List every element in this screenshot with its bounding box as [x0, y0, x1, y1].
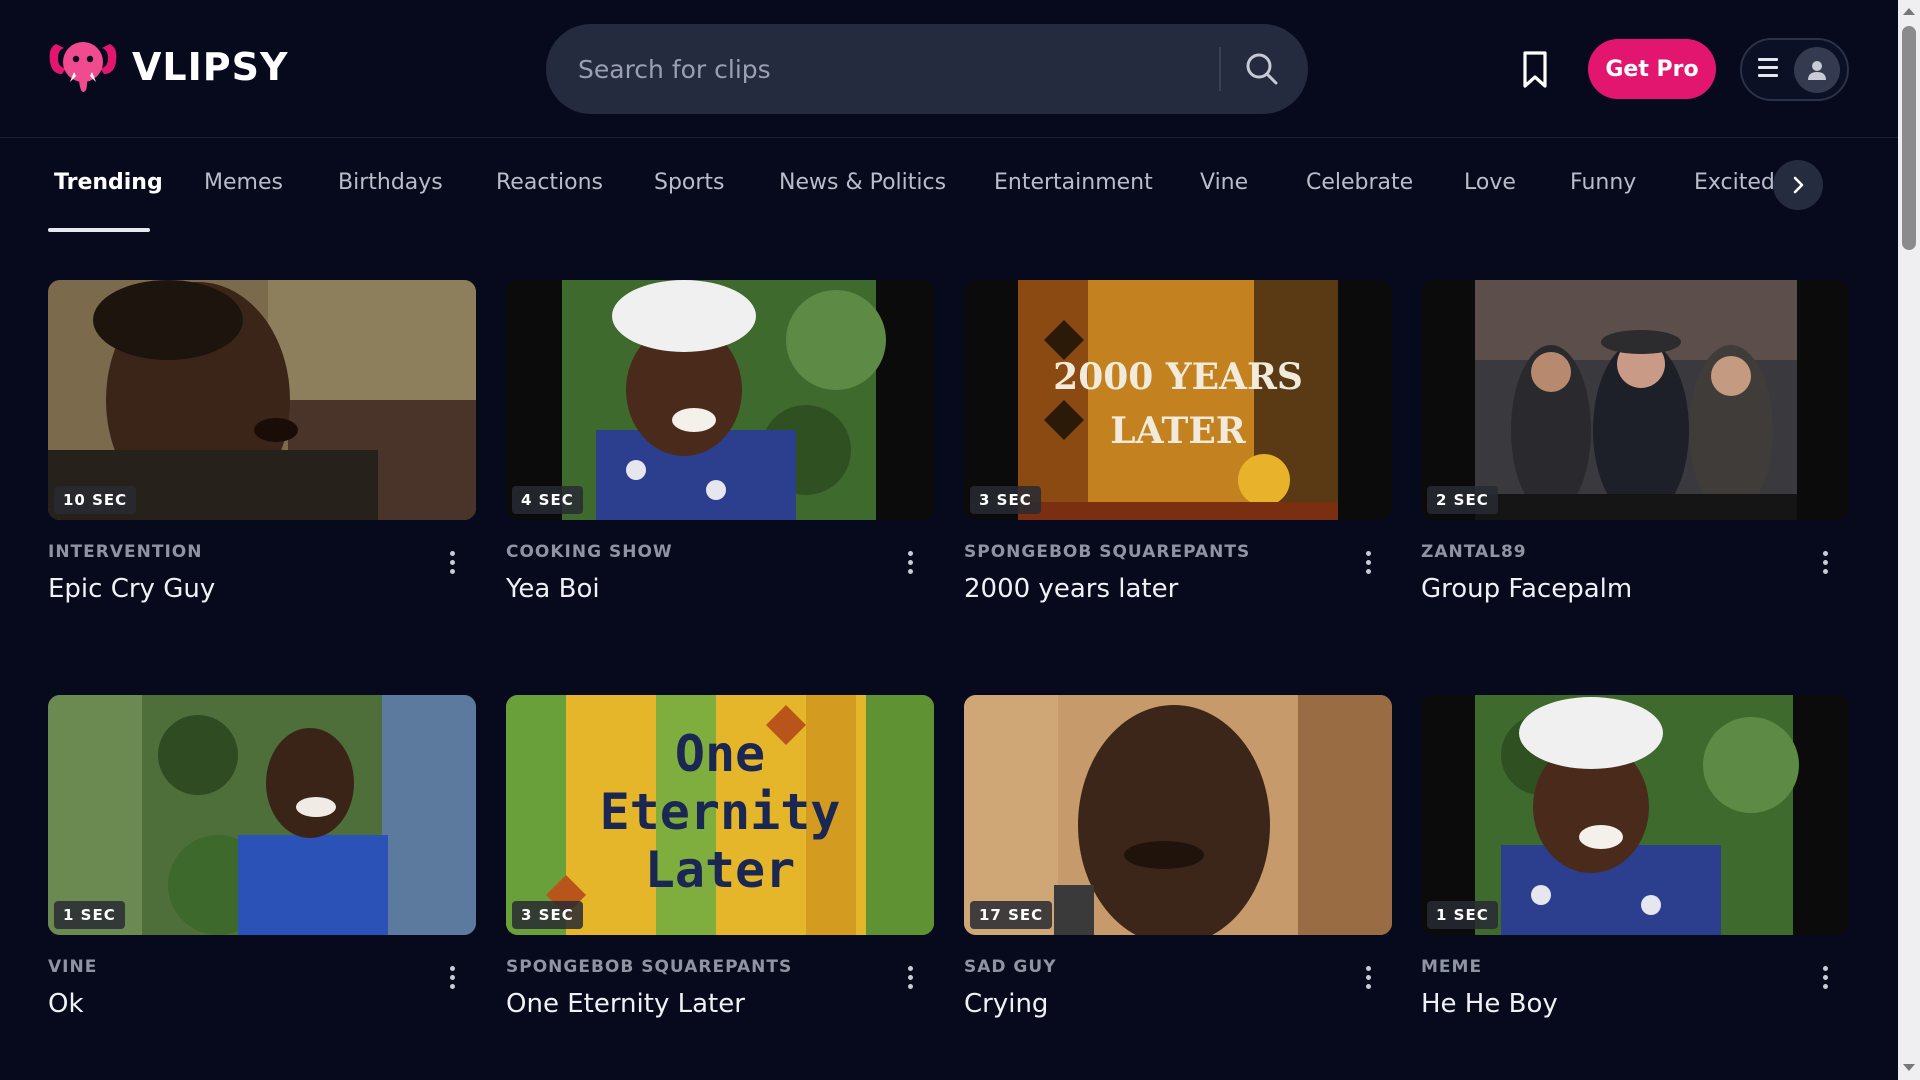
clip-card: 17 SEC SAD GUY Crying — [964, 695, 1392, 1019]
clip-title[interactable]: Crying — [964, 989, 1048, 1019]
duration-badge: 10 SEC — [54, 486, 137, 514]
more-options-button[interactable] — [1356, 548, 1380, 580]
clip-thumbnail-image — [48, 280, 476, 520]
clip-card: 2000 YEARS LATER 3 SEC SPONGEBOB SQUAREP… — [964, 280, 1392, 604]
scroll-down-arrow-icon[interactable] — [1903, 1064, 1915, 1071]
clip-title[interactable]: Group Facepalm — [1421, 574, 1632, 604]
clip-thumbnail[interactable]: 2000 YEARS LATER 3 SEC — [964, 280, 1392, 520]
clip-source[interactable]: VINE — [48, 957, 97, 977]
tab-reactions[interactable]: Reactions — [496, 170, 603, 195]
caption-line: 2000 YEARS — [1053, 356, 1303, 398]
clip-title[interactable]: Ok — [48, 989, 84, 1019]
caption-line: LATER — [1110, 410, 1246, 452]
tab-celebrate[interactable]: Celebrate — [1306, 170, 1413, 195]
scroll-up-arrow-icon[interactable] — [1903, 8, 1915, 15]
hamburger-icon — [1758, 58, 1780, 80]
clip-card: 2 SEC ZANTAL89 Group Facepalm — [1421, 280, 1849, 604]
caption-line: One — [674, 725, 766, 783]
tab-excited[interactable]: Excited — [1694, 170, 1775, 195]
search-divider — [1219, 47, 1221, 91]
more-options-button[interactable] — [898, 963, 922, 995]
search-icon — [1246, 53, 1278, 85]
tab-news-politics[interactable]: News & Politics — [779, 170, 946, 195]
tab-memes[interactable]: Memes — [204, 170, 283, 195]
category-tabs: Trending Memes Birthdays Reactions Sport… — [48, 140, 1838, 232]
clip-caption: 2000 YEARS LATER — [964, 350, 1392, 458]
tabs-next-button[interactable] — [1773, 160, 1823, 210]
get-pro-button[interactable]: Get Pro — [1588, 39, 1716, 99]
tab-vine[interactable]: Vine — [1200, 170, 1248, 195]
duration-badge: 2 SEC — [1427, 486, 1498, 514]
tab-sports[interactable]: Sports — [654, 170, 725, 195]
clip-source[interactable]: ZANTAL89 — [1421, 542, 1527, 562]
clip-caption: One Eternity Later — [506, 725, 934, 899]
clip-thumbnail-image — [506, 280, 934, 520]
clip-source[interactable]: COOKING SHOW — [506, 542, 673, 562]
clip-card: 4 SEC COOKING SHOW Yea Boi — [506, 280, 934, 604]
duration-badge: 3 SEC — [970, 486, 1041, 514]
page: VLIPSY Get Pro — [0, 0, 1920, 1080]
search-bar — [546, 24, 1308, 114]
search-input[interactable] — [578, 24, 1218, 114]
tab-entertainment[interactable]: Entertainment — [994, 170, 1153, 195]
clip-title[interactable]: One Eternity Later — [506, 989, 745, 1019]
clip-thumbnail-image — [1421, 280, 1849, 520]
clip-thumbnail[interactable]: 17 SEC — [964, 695, 1392, 935]
tab-love[interactable]: Love — [1464, 170, 1516, 195]
clip-source[interactable]: INTERVENTION — [48, 542, 202, 562]
user-icon — [1808, 61, 1826, 80]
clip-card: One Eternity Later 3 SEC SPONGEBOB SQUAR… — [506, 695, 934, 1019]
clip-title[interactable]: He He Boy — [1421, 989, 1558, 1019]
clip-thumbnail[interactable]: 1 SEC — [1421, 695, 1849, 935]
tab-funny[interactable]: Funny — [1570, 170, 1636, 195]
duration-badge: 1 SEC — [54, 901, 125, 929]
clip-thumbnail[interactable]: One Eternity Later 3 SEC — [506, 695, 934, 935]
brand-logo[interactable]: VLIPSY — [48, 38, 289, 96]
tab-birthdays[interactable]: Birthdays — [338, 170, 443, 195]
top-header: VLIPSY Get Pro — [0, 0, 1898, 138]
more-options-button[interactable] — [898, 548, 922, 580]
clip-thumbnail-image — [1421, 695, 1849, 935]
more-options-button[interactable] — [440, 963, 464, 995]
clip-title[interactable]: 2000 years later — [964, 574, 1178, 604]
clip-thumbnail[interactable]: 4 SEC — [506, 280, 934, 520]
caption-line: Later — [644, 841, 796, 899]
duration-badge: 3 SEC — [512, 901, 583, 929]
clip-title[interactable]: Yea Boi — [506, 574, 600, 604]
brand-name: VLIPSY — [132, 45, 289, 89]
clip-card: 1 SEC MEME He He Boy — [1421, 695, 1849, 1019]
clip-thumbnail[interactable]: 10 SEC — [48, 280, 476, 520]
clip-title[interactable]: Epic Cry Guy — [48, 574, 215, 604]
duration-badge: 17 SEC — [970, 901, 1053, 929]
clip-source[interactable]: MEME — [1421, 957, 1482, 977]
active-tab-indicator — [48, 228, 150, 232]
duration-badge: 1 SEC — [1427, 901, 1498, 929]
caption-line: Eternity — [599, 783, 841, 841]
page-scrollbar[interactable] — [1898, 0, 1920, 1080]
clip-thumbnail-image — [48, 695, 476, 935]
clip-card: 10 SEC INTERVENTION Epic Cry Guy — [48, 280, 476, 604]
clip-source[interactable]: SPONGEBOB SQUAREPANTS — [506, 957, 792, 977]
clip-thumbnail-image — [964, 695, 1392, 935]
more-options-button[interactable] — [440, 548, 464, 580]
more-options-button[interactable] — [1813, 548, 1837, 580]
avatar — [1794, 47, 1840, 93]
tab-trending[interactable]: Trending — [54, 170, 163, 195]
clip-thumbnail[interactable]: 1 SEC — [48, 695, 476, 935]
scrollbar-thumb[interactable] — [1902, 26, 1916, 250]
more-options-button[interactable] — [1356, 963, 1380, 995]
bookmarks-button[interactable] — [1518, 50, 1552, 90]
bookmark-icon — [1523, 51, 1547, 88]
account-menu-button[interactable] — [1740, 38, 1849, 101]
clip-source[interactable]: SPONGEBOB SQUAREPANTS — [964, 542, 1250, 562]
chevron-right-icon — [1793, 176, 1804, 194]
more-options-button[interactable] — [1813, 963, 1837, 995]
clip-thumbnail[interactable]: 2 SEC — [1421, 280, 1849, 520]
duration-badge: 4 SEC — [512, 486, 583, 514]
search-button[interactable] — [1239, 46, 1285, 92]
elephant-logo-icon — [49, 42, 117, 92]
clip-card: 1 SEC VINE Ok — [48, 695, 476, 1019]
clip-source[interactable]: SAD GUY — [964, 957, 1057, 977]
